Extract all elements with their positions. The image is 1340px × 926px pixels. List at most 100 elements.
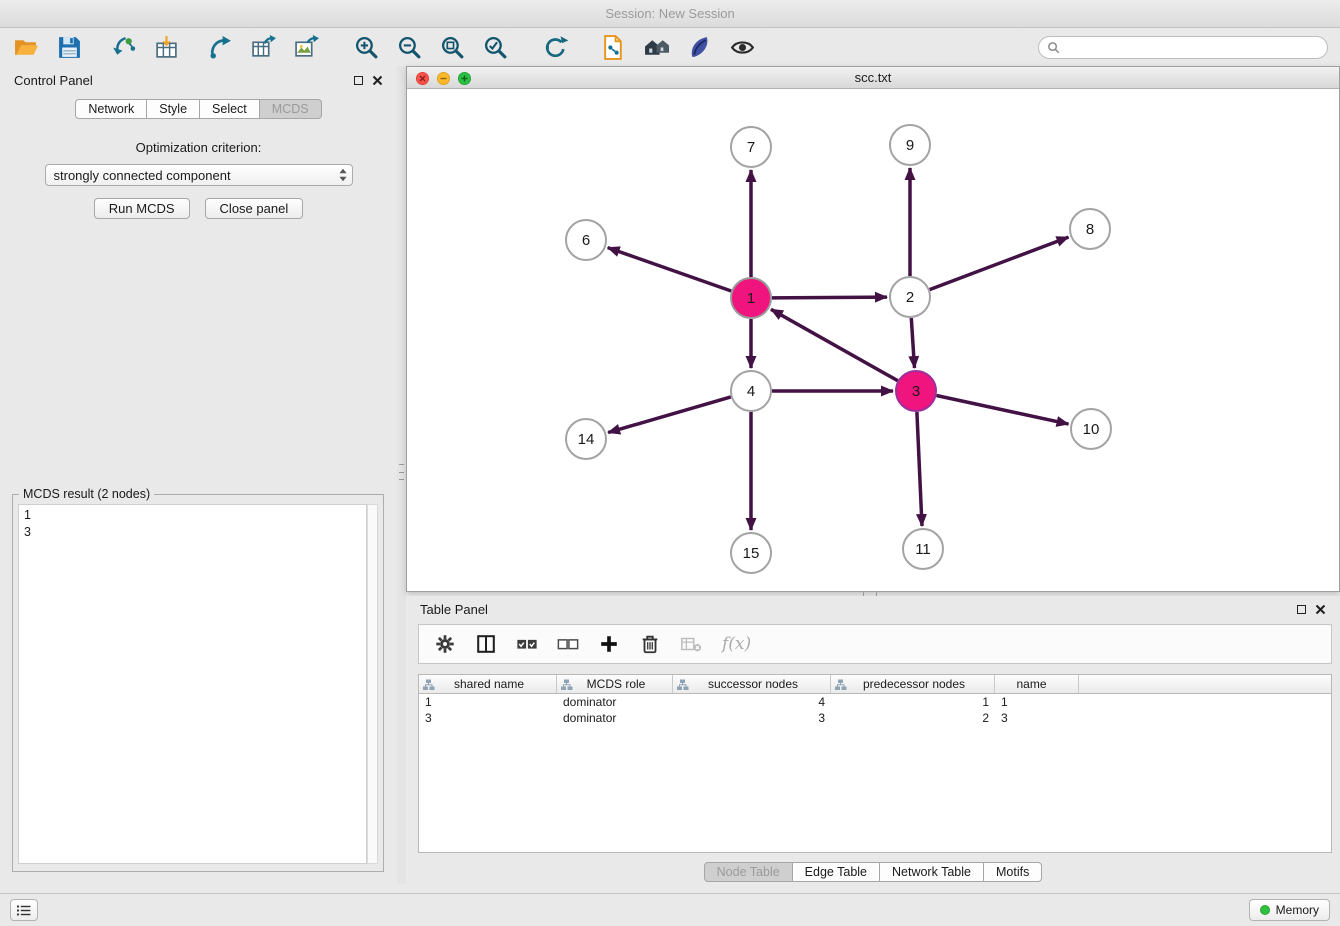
deselect-all-button[interactable] — [554, 630, 582, 658]
tab-edge-table[interactable]: Edge Table — [793, 862, 880, 882]
graph-edge-1-6[interactable] — [608, 248, 732, 291]
document-network-button[interactable] — [599, 33, 627, 61]
cell-predecessor-nodes[interactable]: 2 — [831, 711, 995, 725]
optimization-criterion-label: Optimization criterion: — [0, 140, 397, 155]
graph-node-6[interactable]: 6 — [566, 220, 606, 260]
export-table-button[interactable] — [249, 33, 277, 61]
refresh-button[interactable] — [541, 33, 569, 61]
cell-successor-nodes[interactable]: 3 — [673, 711, 831, 725]
export-image-button[interactable] — [292, 33, 320, 61]
window-minimize-button[interactable] — [437, 72, 450, 85]
window-close-button[interactable] — [416, 72, 429, 85]
vertical-splitter[interactable] — [397, 66, 406, 884]
tab-motifs[interactable]: Motifs — [984, 862, 1042, 882]
graph-edge-2-3[interactable] — [911, 318, 914, 368]
graph-node-7[interactable]: 7 — [731, 127, 771, 167]
tab-network[interactable]: Network — [75, 99, 147, 119]
graph-node-10[interactable]: 10 — [1071, 409, 1111, 449]
import-network-icon — [111, 35, 136, 60]
cell-successor-nodes[interactable]: 4 — [673, 695, 831, 709]
select-all-button[interactable] — [513, 630, 541, 658]
graph-edge-2-8[interactable] — [930, 237, 1069, 290]
search-input[interactable] — [1065, 40, 1319, 54]
run-mcds-button[interactable]: Run MCDS — [94, 198, 190, 219]
cell-name[interactable]: 3 — [995, 711, 1079, 725]
network-graph[interactable]: 1 2 3 4 6 7 8 9 10 11 14 15 — [407, 89, 1339, 591]
export-image-icon — [294, 35, 319, 60]
open-session-button[interactable] — [12, 33, 40, 61]
delete-column-button[interactable] — [636, 630, 664, 658]
export-network-button[interactable] — [206, 33, 234, 61]
result-scrollbar[interactable] — [367, 504, 378, 864]
zoom-out-button[interactable] — [395, 33, 423, 61]
graph-node-8[interactable]: 8 — [1070, 209, 1110, 249]
table-row: 3 dominator 3 2 3 — [419, 710, 1331, 726]
save-session-button[interactable] — [55, 33, 83, 61]
task-history-button[interactable] — [10, 899, 38, 921]
table-toolbar: f(x) — [418, 624, 1332, 664]
zoom-in-icon — [354, 35, 379, 60]
tab-network-table[interactable]: Network Table — [880, 862, 984, 882]
graph-node-label: 3 — [912, 383, 920, 400]
import-table-icon — [154, 35, 179, 60]
graph-edge-3-1[interactable] — [771, 309, 898, 380]
tab-node-table[interactable]: Node Table — [704, 862, 793, 882]
zoom-in-button[interactable] — [352, 33, 380, 61]
memory-button[interactable]: Memory — [1249, 899, 1330, 921]
graph-node-1[interactable]: 1 — [731, 278, 771, 318]
window-zoom-button[interactable] — [458, 72, 471, 85]
import-network-button[interactable] — [109, 33, 137, 61]
tab-style[interactable]: Style — [147, 99, 200, 119]
cell-shared-name[interactable]: 1 — [419, 695, 557, 709]
zoom-fit-button[interactable] — [438, 33, 466, 61]
save-icon — [57, 35, 82, 60]
graph-edge-4-14[interactable] — [608, 397, 731, 433]
table-settings-button[interactable] — [431, 630, 459, 658]
style-button[interactable] — [685, 33, 713, 61]
column-header-shared-name[interactable]: shared name — [419, 675, 557, 693]
search-box[interactable] — [1038, 36, 1328, 59]
graph-edge-1-2[interactable] — [772, 297, 887, 298]
column-header-predecessor-nodes[interactable]: predecessor nodes — [831, 675, 995, 693]
show-graphics-button[interactable] — [728, 33, 756, 61]
graph-node-11[interactable]: 11 — [903, 529, 943, 569]
zoom-selected-button[interactable] — [481, 33, 509, 61]
graph-node-14[interactable]: 14 — [566, 419, 606, 459]
cell-predecessor-nodes[interactable]: 1 — [831, 695, 995, 709]
float-table-panel-icon[interactable] — [1297, 605, 1306, 614]
column-header-successor-nodes[interactable]: successor nodes — [673, 675, 831, 693]
show-columns-button[interactable] — [472, 630, 500, 658]
column-header-mcds-role[interactable]: MCDS role — [557, 675, 673, 693]
graph-edge-3-10[interactable] — [937, 396, 1069, 425]
home-view-button[interactable] — [642, 33, 670, 61]
table-panel-tabs: Node Table Edge Table Network Table Moti… — [406, 862, 1340, 882]
main-toolbar — [0, 28, 1340, 66]
delete-table-button[interactable] — [677, 630, 705, 658]
criterion-select[interactable]: strongly connected component — [45, 164, 353, 186]
close-panel-icon[interactable] — [372, 75, 383, 86]
graph-node-9[interactable]: 9 — [890, 125, 930, 165]
window-titlebar[interactable]: Session: New Session — [0, 0, 1340, 28]
cell-name[interactable]: 1 — [995, 695, 1079, 709]
graph-node-4[interactable]: 4 — [731, 371, 771, 411]
graph-node-2[interactable]: 2 — [890, 277, 930, 317]
cell-mcds-role[interactable]: dominator — [557, 711, 673, 725]
cell-mcds-role[interactable]: dominator — [557, 695, 673, 709]
function-builder-button[interactable]: f(x) — [718, 634, 751, 654]
create-column-button[interactable] — [595, 630, 623, 658]
tab-select[interactable]: Select — [200, 99, 260, 119]
close-panel-button[interactable]: Close panel — [205, 198, 304, 219]
network-window-titlebar[interactable]: scc.txt — [407, 67, 1339, 89]
network-canvas[interactable]: 1 2 3 4 6 7 8 9 10 11 14 15 — [407, 89, 1339, 591]
graph-edge-3-11[interactable] — [917, 412, 922, 526]
float-panel-icon[interactable] — [354, 76, 363, 85]
graph-node-3[interactable]: 3 — [896, 371, 936, 411]
import-table-button[interactable] — [152, 33, 180, 61]
cell-shared-name[interactable]: 3 — [419, 711, 557, 725]
column-header-name[interactable]: name — [995, 675, 1079, 693]
tab-mcds[interactable]: MCDS — [260, 99, 322, 119]
graph-node-15[interactable]: 15 — [731, 533, 771, 573]
graph-node-label: 6 — [582, 232, 590, 249]
close-table-panel-icon[interactable] — [1315, 604, 1326, 615]
mcds-result-list: 1 3 — [18, 504, 367, 864]
